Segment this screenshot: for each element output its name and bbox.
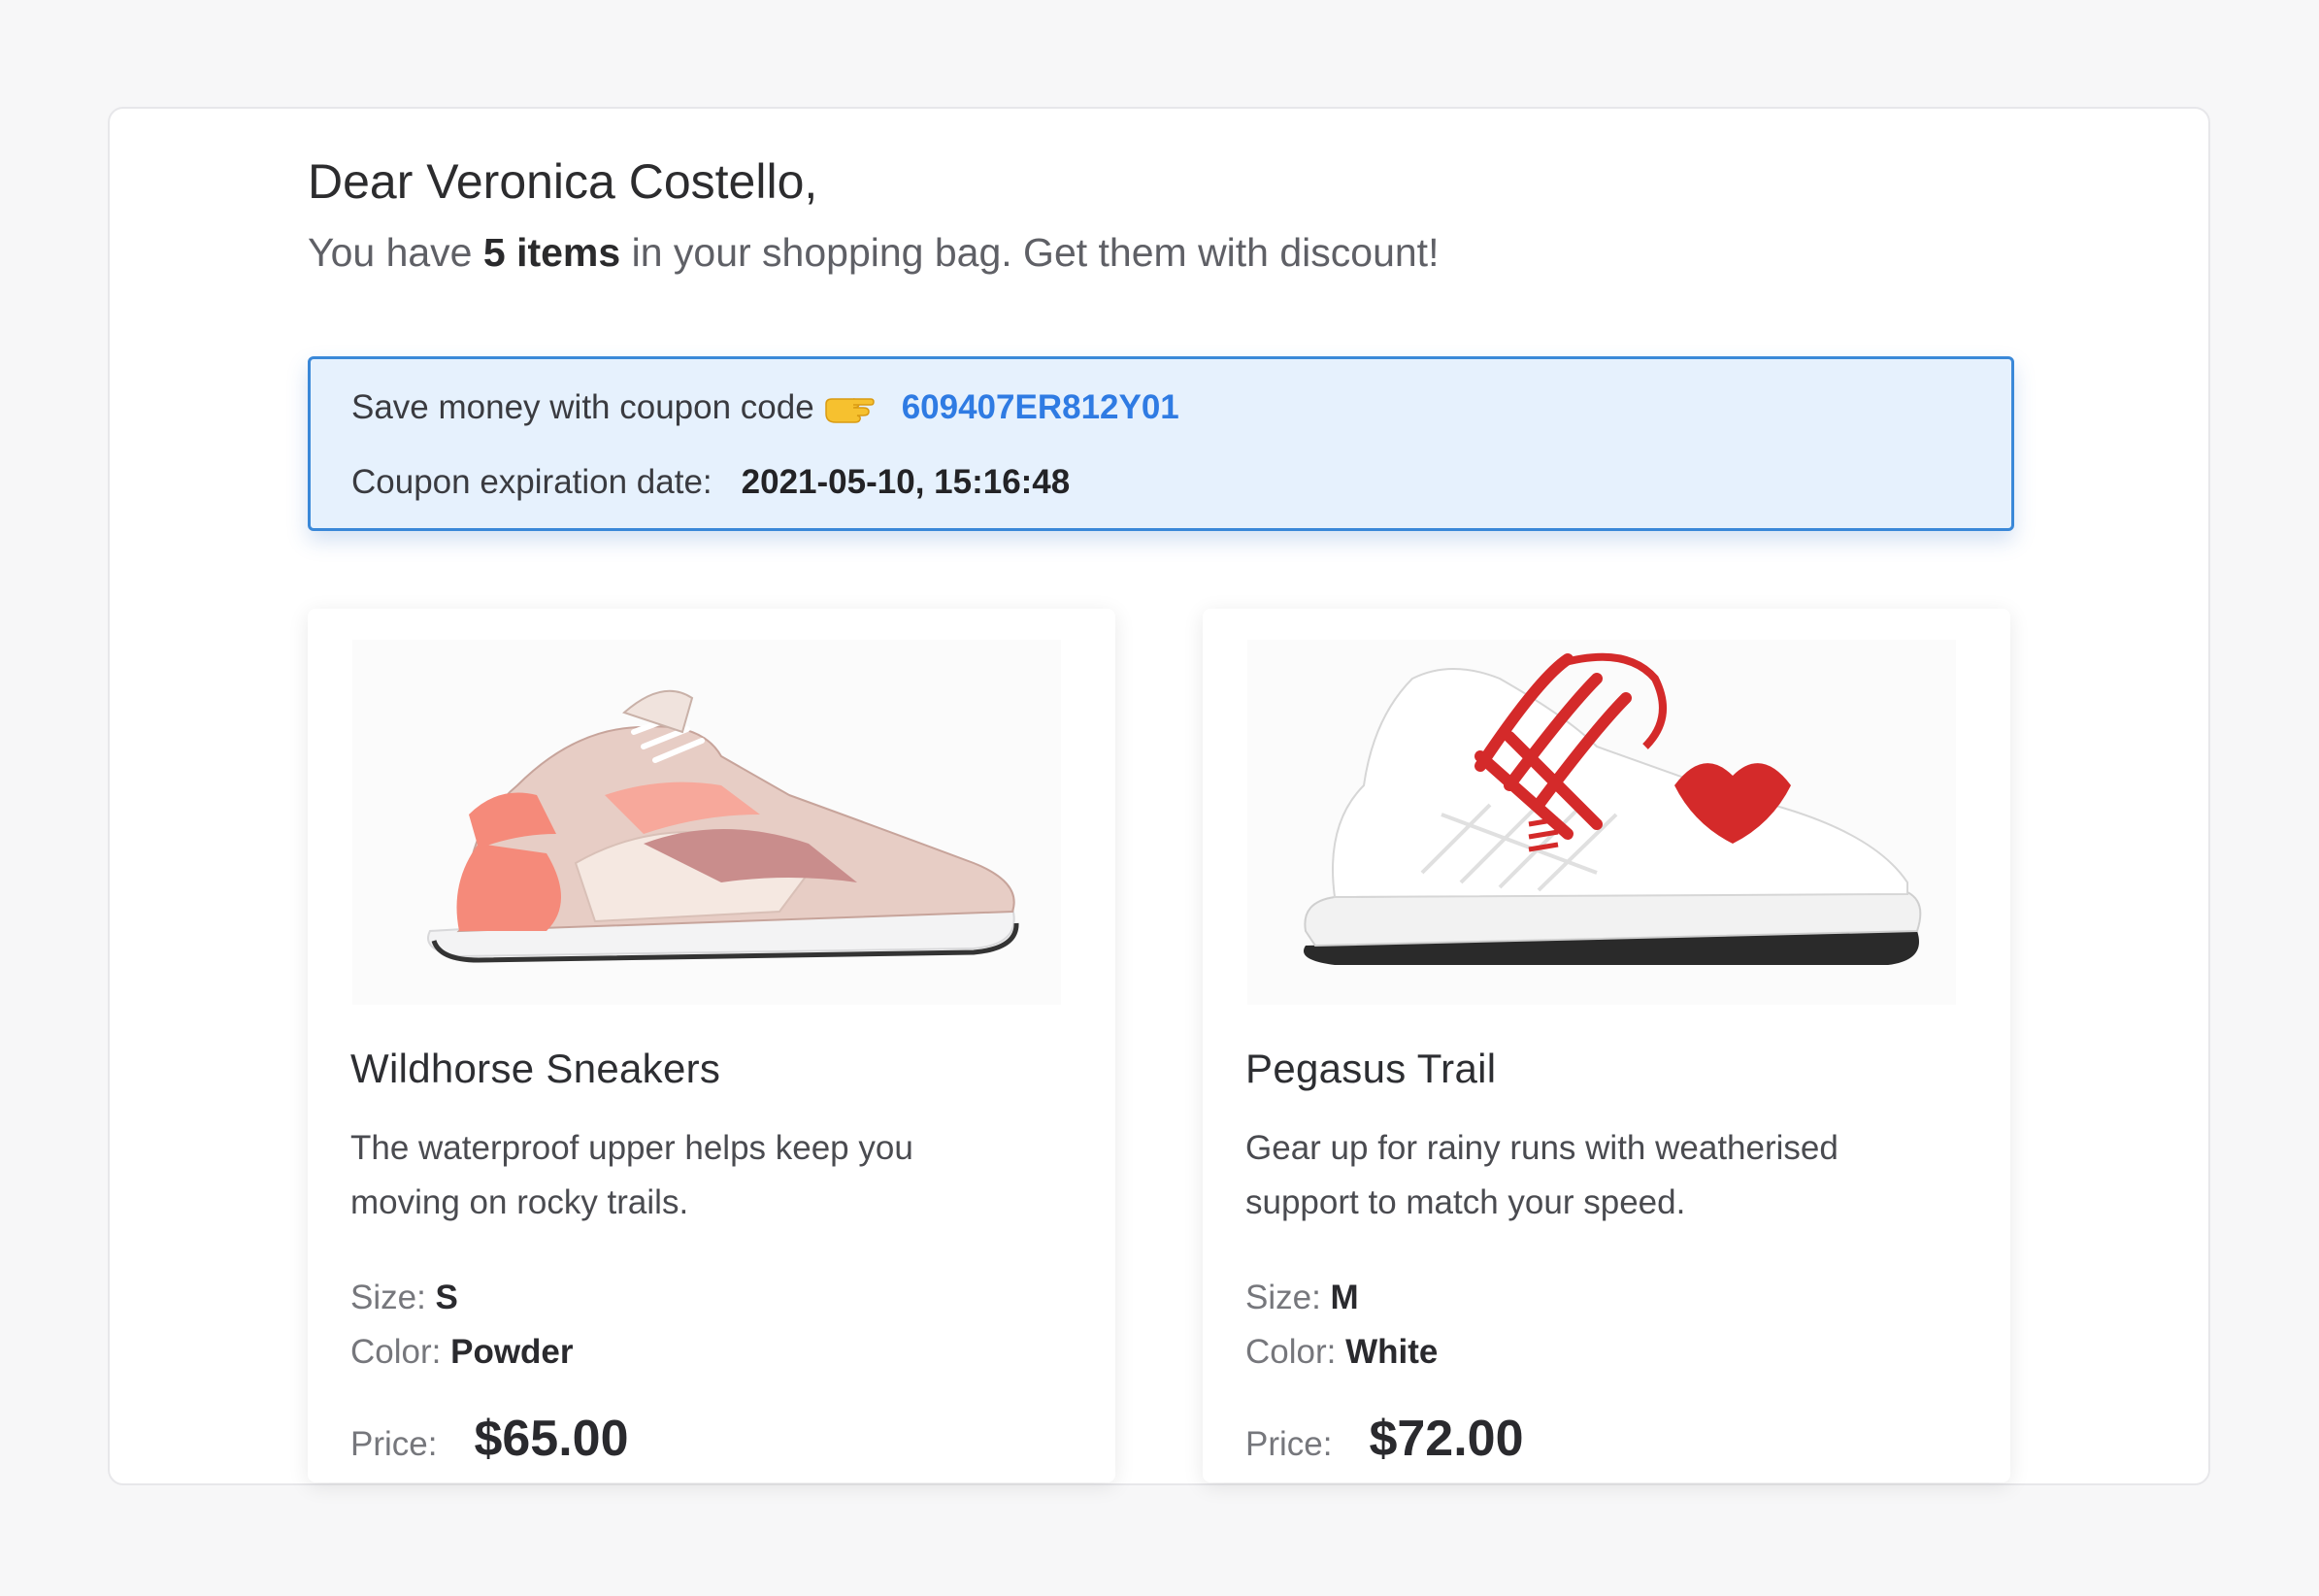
product-price: Price: $72.00 (1245, 1410, 1524, 1468)
email-card: Dear Veronica Costello, You have 5 items… (108, 107, 2210, 1485)
product-name[interactable]: Pegasus Trail (1245, 1046, 1496, 1092)
price-label: Price: (350, 1425, 438, 1463)
product-size: Size: M (1245, 1279, 1359, 1317)
product-color: Color: Powder (350, 1333, 574, 1372)
white-red-sneaker-image[interactable] (1247, 640, 1956, 1005)
cart-summary: You have 5 items in your shopping bag. G… (308, 226, 2014, 279)
product-name[interactable]: Wildhorse Sneakers (350, 1046, 720, 1092)
summary-prefix: You have (308, 230, 483, 275)
size-label: Size: (1245, 1279, 1321, 1316)
color-value: White (1345, 1333, 1439, 1371)
white-red-sneaker-image-svg (1247, 640, 1956, 1005)
pink-sneaker-image-svg (352, 640, 1061, 1005)
coupon-code[interactable]: 609407ER812Y01 (902, 388, 1179, 427)
product-description: Gear up for rainy runs with weatherised … (1245, 1129, 1839, 1221)
price-value: $65.00 (474, 1411, 629, 1467)
email-content: Dear Veronica Costello, You have 5 items… (308, 152, 2014, 1482)
price-value: $72.00 (1369, 1411, 1524, 1467)
product-card[interactable]: Wildhorse Sneakers The waterproof upper … (308, 609, 1115, 1482)
greeting: Dear Veronica Costello, (308, 154, 818, 209)
item-count: 5 items (482, 230, 621, 275)
product-price: Price: $65.00 (350, 1410, 629, 1468)
product-card[interactable]: Pegasus Trail Gear up for rainy runs wit… (1203, 609, 2010, 1482)
coupon-expiry-label: Coupon expiration date: (351, 463, 712, 501)
product-size: Size: S (350, 1279, 458, 1317)
size-value: S (435, 1279, 458, 1316)
color-label: Color: (350, 1333, 442, 1371)
product-color: Color: White (1245, 1333, 1438, 1372)
size-label: Size: (350, 1279, 426, 1316)
coupon-code-row: Save money with coupon code 609407ER812Y… (351, 388, 1179, 427)
coupon-expiry-value: 2021-05-10, 15:16:48 (741, 463, 1071, 501)
pink-sneaker-image[interactable] (352, 640, 1061, 1005)
summary-suffix: in your shopping bag. Get them with disc… (620, 230, 1440, 275)
color-label: Color: (1245, 1333, 1337, 1371)
product-description: The waterproof upper helps keep you movi… (350, 1129, 913, 1221)
color-value: Powder (450, 1333, 574, 1371)
size-value: M (1330, 1279, 1359, 1316)
coupon-expiry-row: Coupon expiration date: 2021-05-10, 15:1… (351, 463, 1070, 502)
price-label: Price: (1245, 1425, 1333, 1463)
pointing-hand-icon (824, 390, 875, 425)
coupon-label: Save money with coupon code (351, 388, 814, 426)
coupon-box: Save money with coupon code 609407ER812Y… (308, 356, 2014, 531)
